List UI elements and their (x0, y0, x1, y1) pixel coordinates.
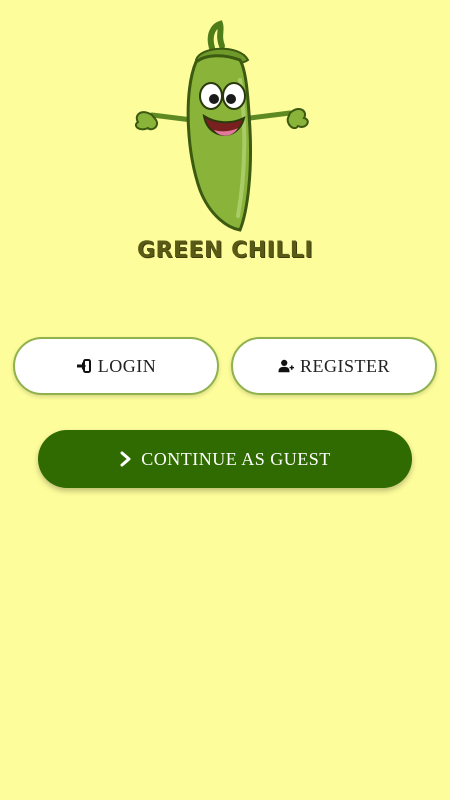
register-button[interactable]: REGISTER (231, 337, 437, 395)
register-label: REGISTER (299, 355, 390, 376)
auth-button-row: LOGIN REGISTER (13, 337, 437, 395)
chilli-mascot-icon (134, 20, 309, 232)
sign-in-icon (76, 359, 91, 373)
brand-name: GREEN CHILLI (136, 238, 314, 263)
login-label: LOGIN (97, 355, 157, 376)
continue-as-guest-button[interactable]: CONTINUE AS GUEST (38, 430, 412, 488)
login-button[interactable]: LOGIN (13, 337, 219, 395)
welcome-screen: GREEN CHILLI LOGIN REGISTER CONTINUE AS … (0, 0, 450, 800)
guest-label: CONTINUE AS GUEST (141, 448, 331, 469)
user-plus-icon (278, 359, 294, 373)
brand-logo: GREEN CHILLI (100, 20, 350, 270)
chevron-right-icon (120, 451, 131, 467)
